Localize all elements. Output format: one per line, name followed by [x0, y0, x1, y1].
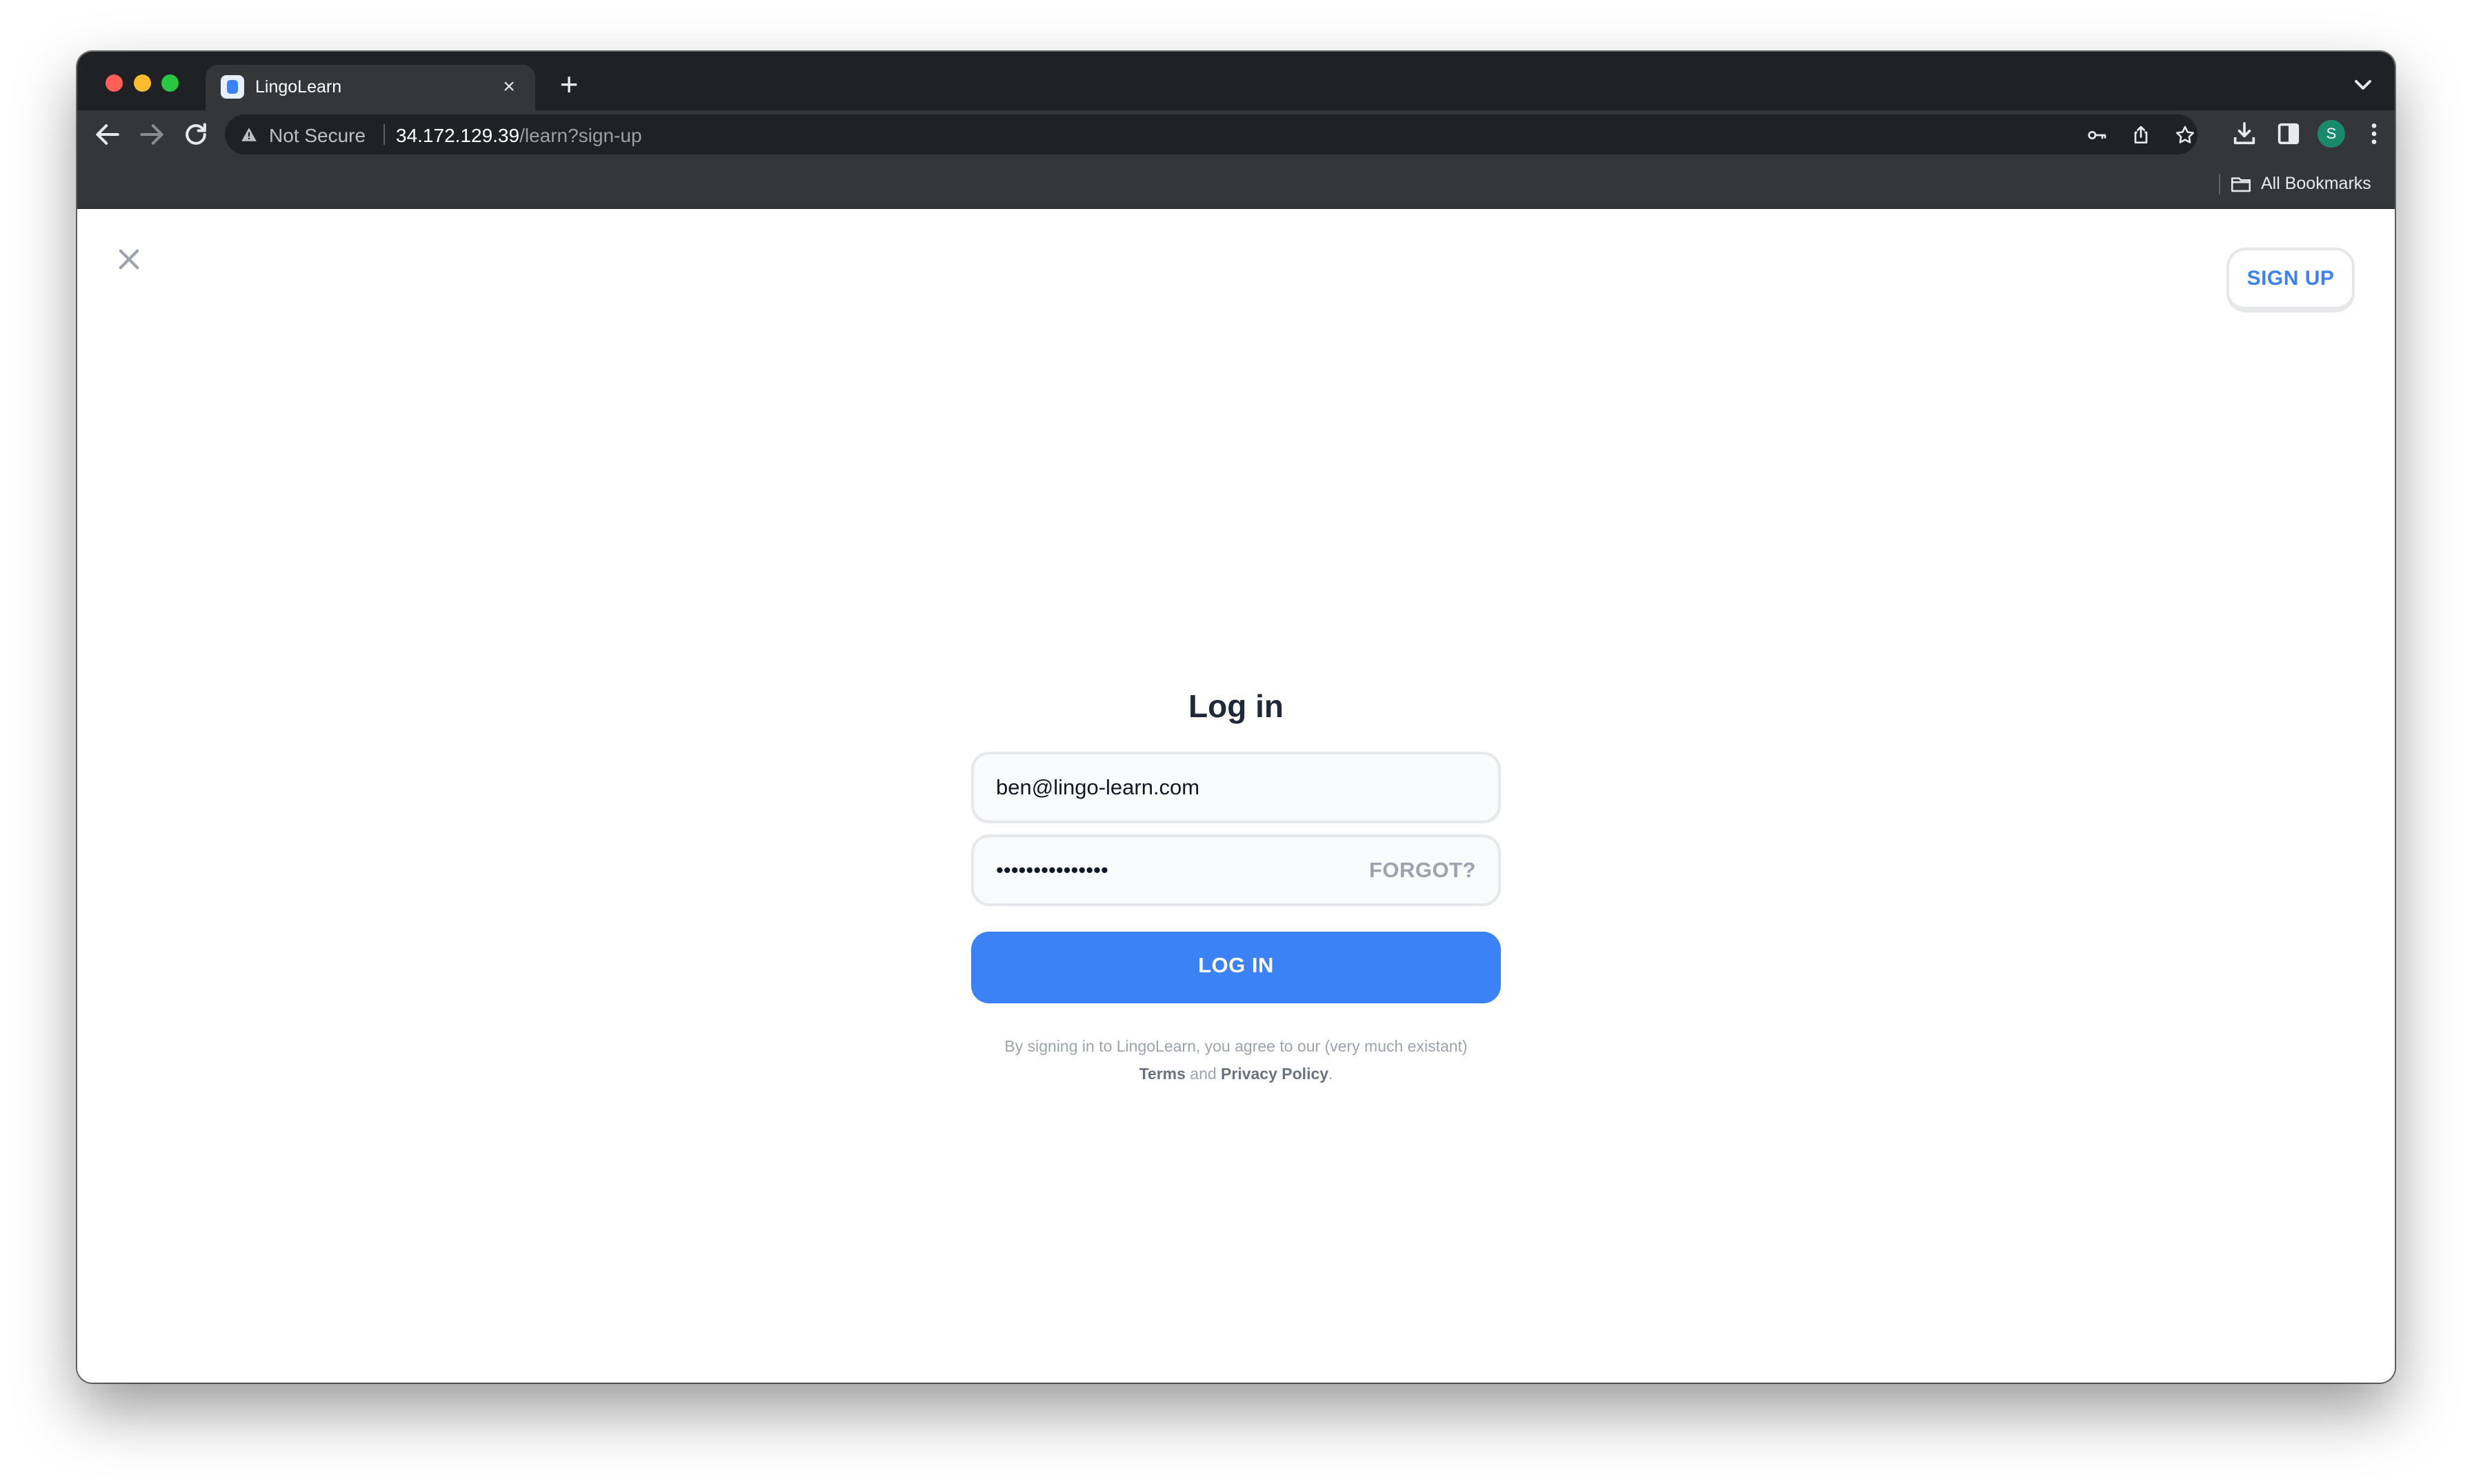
address-bar[interactable]: Not Secure 34.172.129.39/learn?sign-up [225, 114, 2197, 154]
page-title: Log in [1188, 688, 1284, 724]
tab-search-chevron-icon[interactable] [2349, 71, 2377, 99]
legal-and-text: and [1190, 1065, 1217, 1083]
all-bookmarks-link[interactable]: All Bookmarks [2261, 174, 2371, 194]
login-page: SIGN UP Log in FORGOT? LOG IN By signing… [77, 209, 2395, 1383]
privacy-policy-link[interactable]: Privacy Policy [1221, 1065, 1328, 1083]
email-input[interactable] [996, 754, 1382, 821]
bookmark-star-icon[interactable] [2174, 124, 2196, 146]
zoom-window-button[interactable] [161, 74, 179, 92]
login-form: Log in FORGOT? LOG IN By signing in to L… [971, 681, 1501, 1083]
password-input[interactable] [996, 837, 1382, 903]
forgot-password-link[interactable]: FORGOT? [1369, 858, 1476, 883]
bookmarks-separator [2219, 174, 2220, 194]
side-panel-icon[interactable] [2275, 120, 2302, 148]
bookmarks-bar: All Bookmarks [77, 159, 2395, 209]
browser-toolbar: Not Secure 34.172.129.39/learn?sign-up S [77, 110, 2395, 159]
download-icon[interactable] [2231, 120, 2258, 148]
forward-arrow-icon[interactable] [137, 119, 167, 150]
password-key-icon[interactable] [2086, 124, 2108, 146]
security-status-label: Not Secure [269, 125, 366, 146]
back-arrow-icon[interactable] [92, 119, 123, 150]
legal-suffix-text: . [1328, 1065, 1333, 1083]
password-field-container: FORGOT? [971, 834, 1501, 906]
browser-tab[interactable]: LingoLearn × [206, 65, 535, 110]
new-tab-icon[interactable]: + [553, 68, 585, 101]
url-path: /learn?sign-up [519, 125, 642, 146]
reload-icon[interactable] [181, 119, 211, 150]
url-host: 34.172.129.39 [396, 125, 520, 146]
share-icon[interactable] [2130, 124, 2152, 146]
log-in-button[interactable]: LOG IN [971, 932, 1501, 1003]
email-field-container [971, 752, 1501, 823]
tab-title: LingoLearn [255, 77, 342, 97]
close-window-button[interactable] [106, 74, 123, 92]
terms-link[interactable]: Terms [1139, 1065, 1186, 1083]
close-icon[interactable] [114, 245, 143, 274]
folder-icon[interactable] [2229, 172, 2253, 196]
tab-close-icon[interactable]: × [495, 73, 523, 101]
warning-triangle-icon[interactable] [240, 126, 258, 143]
lingolearn-favicon-icon [221, 75, 244, 99]
address-divider [383, 124, 385, 145]
minimize-window-button[interactable] [134, 74, 151, 92]
sign-up-button[interactable]: SIGN UP [2226, 248, 2355, 312]
browser-window: LingoLearn × + Not Secure 34.172.129.39/… [77, 52, 2395, 1383]
url-text[interactable]: 34.172.129.39/learn?sign-up [396, 125, 642, 147]
kebab-menu-icon[interactable] [2360, 120, 2388, 148]
legal-prefix-text: By signing in to LingoLearn, you agree t… [1004, 1037, 1468, 1055]
profile-avatar[interactable]: S [2318, 120, 2345, 148]
legal-notice: By signing in to LingoLearn, you agree t… [944, 1032, 1528, 1087]
tab-strip: LingoLearn × + [77, 52, 2395, 110]
